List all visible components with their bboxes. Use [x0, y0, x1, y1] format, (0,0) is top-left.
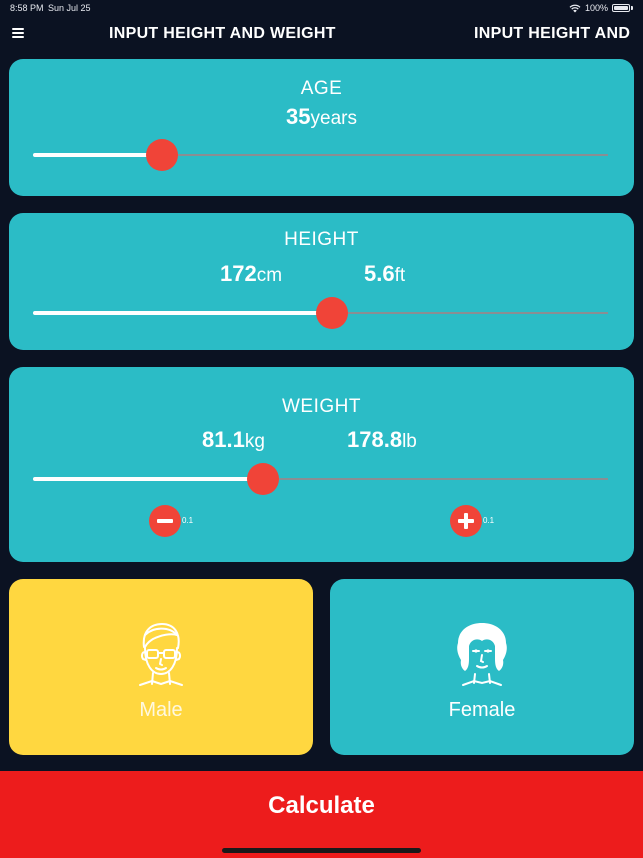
- weight-increment-button[interactable]: [450, 505, 482, 537]
- weight-decrement-step: 0.1: [182, 516, 194, 525]
- status-time: 8:58 PM: [10, 3, 44, 13]
- status-bar: 8:58 PM Sun Jul 25 100%: [0, 0, 643, 16]
- age-label: AGE: [300, 78, 343, 99]
- male-label: Male: [139, 699, 183, 721]
- weight-slider-thumb[interactable]: [247, 463, 279, 495]
- female-label: Female: [448, 699, 516, 721]
- age-slider[interactable]: [33, 139, 608, 171]
- age-unit: years: [310, 108, 357, 129]
- age-card: AGE 35years: [9, 59, 634, 196]
- age-number: 35: [286, 104, 311, 129]
- weight-kg-number: 81.1: [202, 427, 245, 452]
- top-bar: INPUT HEIGHT AND WEIGHT INPUT HEIGHT AND…: [0, 16, 643, 52]
- height-slider-fill: [33, 311, 332, 315]
- calculate-label: Calculate: [268, 792, 375, 819]
- height-slider[interactable]: [33, 297, 608, 329]
- next-page-title[interactable]: INPUT HEIGHT AND WEIGHT: [474, 25, 633, 43]
- age-value: 35years: [9, 104, 634, 130]
- calculate-button[interactable]: Calculate: [0, 771, 643, 858]
- male-face-icon: [139, 623, 183, 686]
- weight-slider-fill: [33, 477, 263, 481]
- height-ft-number: 5.6: [364, 261, 395, 286]
- height-ft-value: 5.6ft: [364, 261, 405, 287]
- weight-increment-step: 0.1: [483, 516, 495, 525]
- wifi-icon: [569, 4, 581, 12]
- weight-lb-value: 178.8lb: [347, 427, 417, 453]
- age-slider-fill: [33, 153, 163, 157]
- status-right: 100%: [569, 3, 633, 13]
- battery-tip: [631, 6, 633, 10]
- hamburger-icon[interactable]: [12, 28, 24, 38]
- weight-kg-value: 81.1kg: [202, 427, 265, 453]
- height-label: HEIGHT: [284, 229, 359, 250]
- height-slider-thumb[interactable]: [316, 297, 348, 329]
- female-option[interactable]: Female: [330, 579, 634, 755]
- weight-kg-unit: kg: [244, 431, 265, 452]
- height-ft-unit: ft: [394, 265, 406, 286]
- weight-label: WEIGHT: [282, 396, 361, 417]
- height-card: HEIGHT 172cm 5.6ft: [9, 213, 634, 350]
- height-cm-unit: cm: [256, 265, 283, 286]
- home-indicator[interactable]: [222, 848, 421, 853]
- weight-decrement-button[interactable]: [149, 505, 181, 537]
- battery-percent: 100%: [584, 3, 608, 13]
- female-face-icon: [457, 623, 507, 686]
- weight-slider[interactable]: [33, 463, 608, 495]
- male-option[interactable]: Male: [9, 579, 313, 755]
- page-title: INPUT HEIGHT AND WEIGHT: [109, 25, 336, 42]
- height-cm-value: 172cm: [220, 261, 282, 287]
- weight-lb-number: 178.8: [347, 427, 403, 452]
- weight-lb-unit: lb: [402, 431, 417, 452]
- weight-card: WEIGHT 81.1kg 178.8lb 0.1 0.1: [9, 367, 634, 562]
- age-slider-thumb[interactable]: [146, 139, 179, 171]
- status-date: Sun Jul 25: [48, 3, 91, 13]
- height-cm-number: 172: [220, 261, 257, 286]
- battery-icon: [612, 4, 630, 12]
